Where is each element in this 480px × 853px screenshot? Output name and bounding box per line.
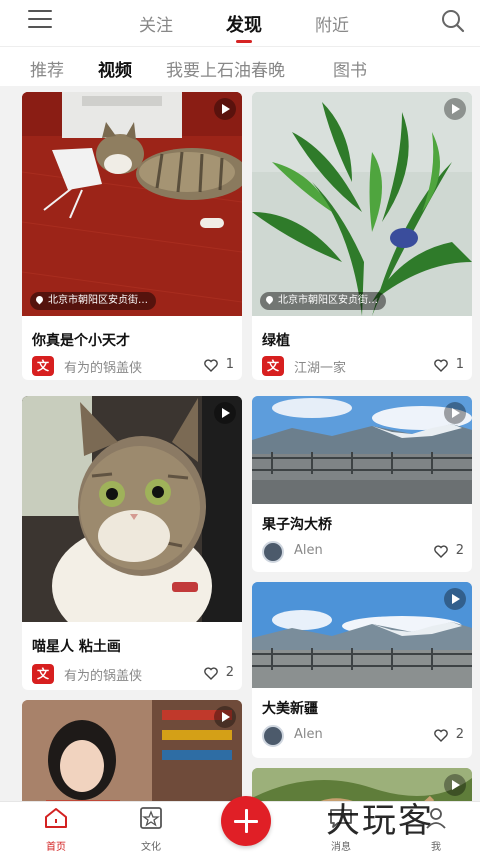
video-card[interactable] [22,700,242,801]
like-count: 2 [455,727,464,742]
add-post-button[interactable] [221,796,271,846]
author-row: Alen 2 [262,541,464,563]
author-row: 文 有为的锅盖侠 2 [32,664,234,684]
culture-icon [140,807,162,829]
tab-follow[interactable]: 关注 [139,11,173,36]
bridge-thumbnail-image [252,396,472,504]
card-title: 大美新疆 [262,701,318,717]
wen-badge-icon: 文 [32,664,54,684]
video-card[interactable]: 北京市朝阳区安贞街… 你真是个小天才 文 有为的锅盖侠 1 [22,92,242,380]
plant-thumbnail-image [252,92,472,316]
play-icon [444,98,466,120]
author-row: 文 有为的锅盖侠 1 [32,356,234,376]
search-icon[interactable] [440,8,466,34]
heart-icon[interactable] [204,667,218,680]
top-bar: 关注 发现 附近 [0,0,480,46]
avatar[interactable] [262,541,284,563]
video-thumbnail[interactable] [22,700,242,801]
play-icon [444,402,466,424]
play-icon [444,588,466,610]
play-icon [214,402,236,424]
author-name[interactable]: 有为的锅盖侠 [64,357,142,376]
subtab-video[interactable]: 视频 [98,56,132,81]
author-name[interactable]: Alen [294,543,323,558]
wen-badge-icon: 文 [32,356,54,376]
heart-icon[interactable] [434,545,448,558]
author-row: 文 江湖一家 1 [262,356,464,376]
like-count: 1 [225,357,234,372]
tab-nearby[interactable]: 附近 [315,11,349,36]
watermark-logo: 大玩客 [326,801,434,841]
active-tab-indicator [236,40,252,43]
heart-icon[interactable] [434,729,448,742]
author-row: Alen 2 [262,725,464,747]
video-thumbnail[interactable]: 北京市朝阳区安贞街… [252,92,472,316]
heart-icon[interactable] [204,359,218,372]
card-title: 绿植 [262,333,290,349]
category-tabs: 推荐 视频 我要上石油春晚 图书 [0,46,480,86]
nav-home[interactable]: 首页 [26,806,86,853]
author-name[interactable]: Alen [294,727,323,742]
video-thumbnail[interactable]: 北京市朝阳区安贞街… [22,92,242,316]
surprised-cat-thumbnail-image [22,396,242,622]
wen-badge-icon: 文 [262,356,284,376]
heart-icon[interactable] [434,359,448,372]
card-title: 喵星人 粘土画 [32,639,121,655]
xinjiang-thumbnail-image [252,582,472,688]
subtab-recommend[interactable]: 推荐 [30,56,64,81]
cat-thumbnail-image [22,92,242,316]
card-title: 果子沟大桥 [262,517,332,533]
video-card[interactable]: 喵星人 粘土画 文 有为的锅盖侠 2 [22,396,242,690]
video-thumbnail[interactable] [252,582,472,688]
nav-culture-label: 文化 [141,842,161,853]
video-card[interactable]: 大美新疆 Alen 2 [252,582,472,758]
subtab-books[interactable]: 图书 [333,56,367,81]
author-name[interactable]: 江湖一家 [294,357,346,376]
card-title: 你真是个小天才 [32,333,130,349]
tab-discover[interactable]: 发现 [226,11,262,43]
play-icon [214,98,236,120]
like-count: 1 [455,357,464,372]
home-icon [45,808,67,828]
video-thumbnail[interactable] [22,396,242,622]
video-thumbnail[interactable] [252,396,472,504]
author-name[interactable]: 有为的锅盖侠 [64,665,142,684]
video-feed[interactable]: 北京市朝阳区安贞街… 你真是个小天才 文 有为的锅盖侠 1 北京市朝阳区安贞街…… [0,86,480,801]
tab-discover-label: 发现 [226,15,262,36]
avatar[interactable] [262,725,284,747]
location-tag: 北京市朝阳区安贞街… [260,292,386,310]
video-card[interactable]: 果子沟大桥 Alen 2 [252,396,472,572]
play-icon [444,774,466,796]
subtab-oil-gala[interactable]: 我要上石油春晚 [166,56,285,81]
nav-culture[interactable]: 文化 [121,806,181,853]
video-card[interactable]: 北京市朝阳区安贞街… 绿植 文 江湖一家 1 [252,92,472,380]
location-tag: 北京市朝阳区安贞街… [30,292,156,310]
play-icon [214,706,236,728]
nav-home-label: 首页 [46,842,66,853]
menu-icon[interactable] [28,10,52,30]
portrait-thumbnail-image [22,700,242,801]
like-count: 2 [455,543,464,558]
like-count: 2 [225,665,234,680]
